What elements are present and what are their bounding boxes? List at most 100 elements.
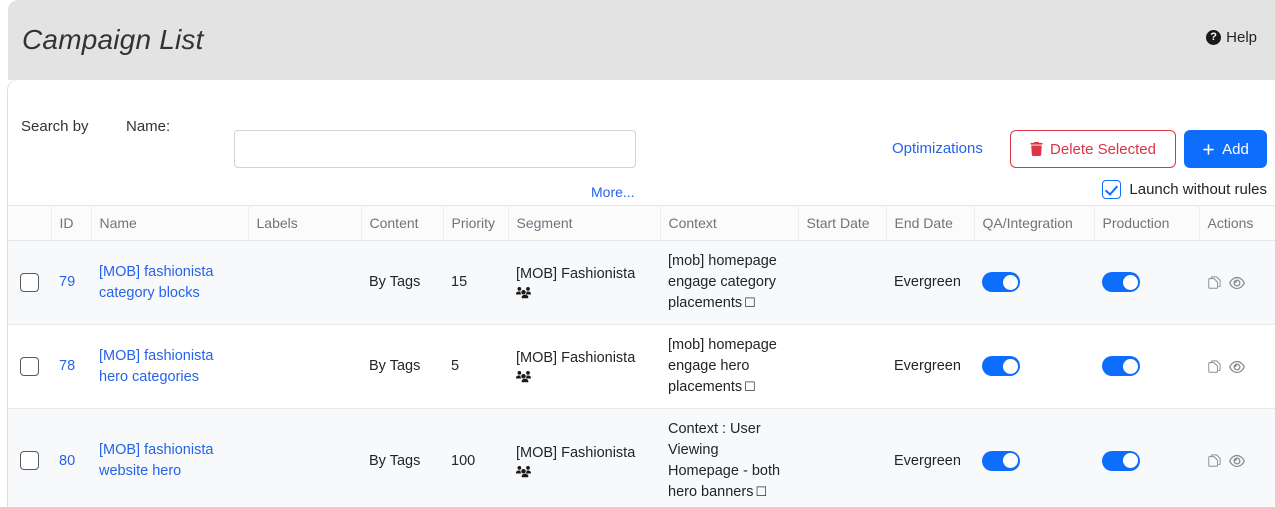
row-context-box-icon: ☐ [755,484,768,500]
column-header-qa-integration[interactable]: QA/Integration [974,205,1095,241]
column-header-priority[interactable]: Priority [443,205,509,241]
launch-without-rules-label: Launch without rules [1129,181,1267,198]
row-context-cell: [mob] homepage engage hero placements ☐ [660,324,798,410]
help-link[interactable]: ? Help [1206,29,1257,46]
production-toggle[interactable] [1102,356,1140,377]
row-qa-integration-cell [974,324,1094,410]
row-actions-cell [1199,324,1275,410]
row-start-date-cell [798,240,886,326]
row-qa-integration-cell [974,408,1094,507]
row-end-date-cell: Evergreen [886,408,974,507]
row-context-label: [mob] homepage engage category placement… [668,253,777,312]
row-start-date-cell [798,324,886,410]
launch-without-rules-row[interactable]: Launch without rules [1102,180,1267,199]
copy-icon[interactable] [1207,454,1221,468]
delete-selected-button[interactable]: Delete Selected [1010,130,1176,168]
row-select-checkbox[interactable] [20,451,39,471]
row-context-box-icon: ☐ [744,295,756,311]
copy-icon[interactable] [1207,275,1221,290]
row-context-cell: [mob] homepage engage category placement… [660,240,798,326]
optimizations-link[interactable]: Optimizations [892,140,983,157]
row-end-date-cell: Evergreen [886,324,974,410]
users-group-icon [516,287,652,301]
row-name-link[interactable]: [MOB] fashionista category blocks [99,262,240,304]
column-header-context[interactable]: Context [660,205,799,241]
qa-integration-toggle[interactable] [982,356,1020,377]
row-name-cell: [MOB] fashionista category blocks [91,240,248,326]
row-production-cell [1094,408,1199,507]
row-name-link[interactable]: [MOB] fashionista website hero [99,440,240,482]
row-segment-cell: [MOB] Fashionista [508,240,660,326]
search-by-label: Search by [21,118,89,135]
row-segment-label: [MOB] Fashionista [516,266,636,283]
qa-integration-toggle[interactable] [982,272,1020,293]
users-group-icon [516,371,652,385]
row-actions-cell [1199,408,1275,507]
search-toolbar: Search by Name: More... Optimizations De… [8,104,1275,200]
row-segment-cell: [MOB] Fashionista [508,408,660,507]
copy-icon[interactable] [1207,359,1221,374]
row-select-checkbox[interactable] [20,272,39,292]
plus-icon [1203,143,1214,155]
row-id-cell: 78 [51,324,91,410]
row-actions [1207,359,1267,374]
search-name-input[interactable] [234,130,636,168]
add-button[interactable]: Add [1184,130,1267,168]
more-link[interactable]: More... [591,184,635,200]
question-circle-icon: ? [1206,30,1222,45]
column-header-name[interactable]: Name [91,205,249,241]
column-header-production[interactable]: Production [1094,205,1200,241]
table-header: ID Name Labels Content Priority Segment … [8,205,1275,241]
table-header-row: ID Name Labels Content Priority Segment … [8,205,1275,241]
production-toggle[interactable] [1102,272,1140,293]
column-header-end-date[interactable]: End Date [886,205,975,241]
row-actions [1207,275,1267,290]
row-content-cell: By Tags [361,240,443,326]
add-label: Add [1222,140,1249,158]
users-group-icon [516,465,652,480]
row-production-cell [1094,240,1199,326]
page-header: Campaign List ? Help [8,0,1275,80]
table-body: 79 [MOB] fashionista category blocks By … [8,240,1275,507]
eye-icon[interactable] [1229,360,1245,374]
row-id-link[interactable]: 78 [59,358,75,374]
row-name-cell: [MOB] fashionista website hero [91,408,248,507]
row-context-cell: Context : User Viewing Homepage - both h… [660,408,798,507]
row-name-link[interactable]: [MOB] fashionista hero categories [99,346,240,388]
row-segment-label: [MOB] Fashionista [516,350,636,367]
eye-icon[interactable] [1229,276,1245,290]
qa-integration-toggle[interactable] [982,450,1020,471]
row-segment-cell: [MOB] Fashionista [508,324,660,410]
row-start-date-cell [798,408,886,507]
row-context-label: [mob] homepage engage hero placements [668,337,777,396]
row-labels-cell [248,240,361,326]
table-row: 79 [MOB] fashionista category blocks By … [8,240,1275,326]
eye-icon[interactable] [1229,454,1245,468]
row-labels-cell [248,408,361,507]
row-name-cell: [MOB] fashionista hero categories [91,324,248,410]
row-priority-cell: 5 [443,324,508,410]
help-label: Help [1226,29,1257,46]
production-toggle[interactable] [1102,450,1140,471]
column-header-id[interactable]: ID [51,205,92,241]
table-row: 80 [MOB] fashionista website hero By Tag… [8,408,1275,507]
column-header-labels[interactable]: Labels [248,205,362,241]
name-label: Name: [126,118,171,135]
row-actions [1207,454,1267,468]
row-content-cell: By Tags [361,324,443,410]
row-labels-cell [248,324,361,410]
column-header-segment[interactable]: Segment [508,205,661,241]
delete-selected-label: Delete Selected [1050,140,1156,158]
launch-without-rules-checkbox[interactable] [1102,180,1122,199]
column-header-start-date[interactable]: Start Date [798,205,887,241]
row-context-box-icon: ☐ [744,379,756,395]
row-id-link[interactable]: 80 [59,453,75,469]
page-title: Campaign List [22,24,204,55]
row-id-link[interactable]: 79 [59,274,75,290]
row-id-cell: 80 [51,408,91,507]
column-header-content[interactable]: Content [361,205,444,241]
row-content-cell: By Tags [361,408,443,507]
content-card: Search by Name: More... Optimizations De… [8,80,1275,507]
trash-icon [1030,142,1043,156]
row-select-checkbox[interactable] [20,356,39,376]
